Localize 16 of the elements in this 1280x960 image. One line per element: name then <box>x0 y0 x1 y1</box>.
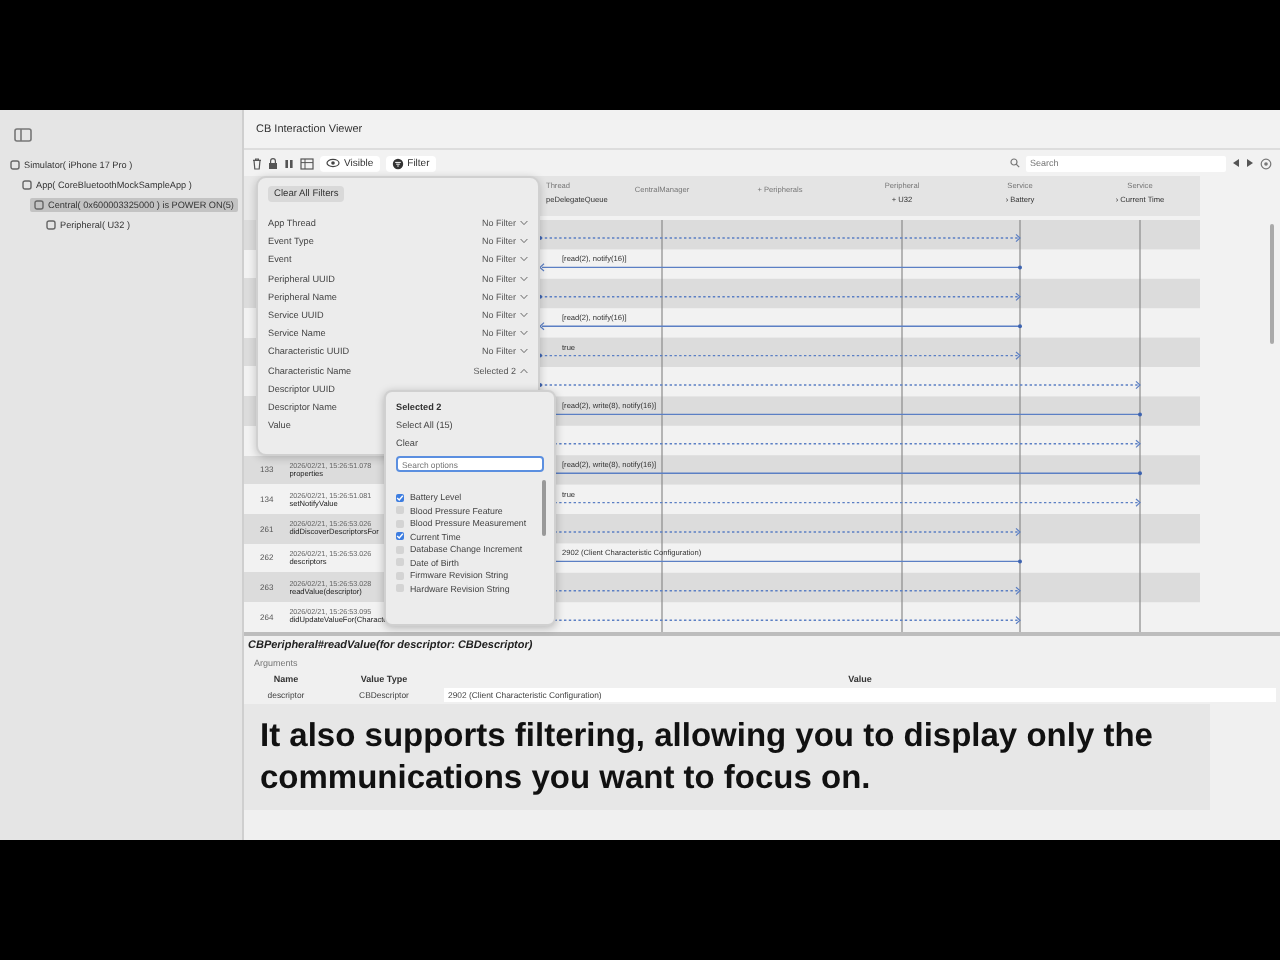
previous-icon[interactable] <box>1232 158 1240 168</box>
next-icon[interactable] <box>1246 158 1254 168</box>
caption-text: It also supports filtering, allowing you to display only the communications you want to focus on. <box>260 715 1155 799</box>
pause-icon[interactable] <box>284 157 294 169</box>
trash-icon[interactable] <box>252 157 262 169</box>
search-icon <box>1010 158 1020 168</box>
scrollbar-thumb[interactable] <box>1270 224 1274 344</box>
table-icon[interactable] <box>300 157 314 169</box>
lock-icon[interactable] <box>268 157 278 169</box>
scrollbar-thumb[interactable] <box>542 480 546 536</box>
filter-icon <box>391 157 404 169</box>
checkbox[interactable] <box>396 532 404 540</box>
sidebar-toggle-icon[interactable] <box>14 128 32 142</box>
eye-icon <box>326 158 340 168</box>
checkbox[interactable] <box>396 493 404 501</box>
settings-icon[interactable] <box>1260 157 1272 169</box>
